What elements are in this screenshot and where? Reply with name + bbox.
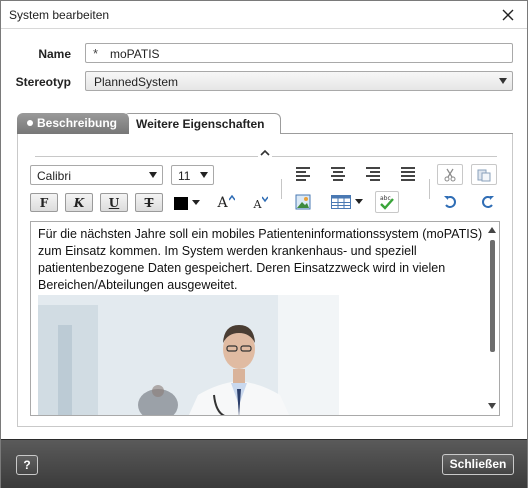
name-field[interactable]: * moPATIS bbox=[85, 43, 513, 63]
active-dot-icon bbox=[27, 120, 33, 126]
shrink-font-button[interactable]: A bbox=[249, 194, 273, 214]
scroll-down-icon[interactable] bbox=[488, 403, 496, 409]
grow-font-button[interactable]: A bbox=[214, 193, 238, 213]
font-size-select[interactable]: 11 bbox=[171, 165, 214, 185]
underline-label: U bbox=[108, 195, 120, 210]
tab-label: Beschreibung bbox=[37, 116, 118, 130]
font-family-value: Calibri bbox=[37, 169, 72, 183]
text-color-button[interactable] bbox=[171, 193, 203, 213]
name-label: Name bbox=[38, 47, 71, 61]
align-left-button[interactable] bbox=[291, 165, 315, 185]
font-size-value: 11 bbox=[178, 169, 191, 183]
underline-button[interactable]: U bbox=[100, 193, 128, 212]
window-title: System bearbeiten bbox=[9, 8, 110, 22]
text-color-swatch bbox=[174, 196, 188, 210]
stereotype-value: PlannedSystem bbox=[94, 75, 179, 89]
chevron-down-icon bbox=[192, 200, 200, 205]
image-icon bbox=[295, 194, 311, 210]
editor-scrollbar[interactable] bbox=[487, 224, 497, 413]
strikethrough-label: T bbox=[144, 195, 154, 210]
required-marker: * bbox=[93, 46, 99, 61]
svg-text:abc: abc bbox=[380, 195, 391, 202]
undo-icon bbox=[444, 196, 456, 208]
arrow-down-icon bbox=[262, 196, 269, 203]
cut-icon bbox=[444, 168, 456, 181]
align-right-icon bbox=[366, 167, 380, 183]
toolbar-separator bbox=[429, 183, 430, 199]
table-icon bbox=[331, 195, 351, 209]
shrink-font-label: A bbox=[253, 197, 262, 211]
redo-button[interactable] bbox=[476, 192, 500, 212]
italic-button[interactable]: K bbox=[65, 193, 93, 212]
align-right-button[interactable] bbox=[361, 165, 385, 185]
tab-label: Weitere Eigenschaften bbox=[136, 117, 265, 131]
name-value: moPATIS bbox=[110, 47, 160, 61]
help-button[interactable]: ? bbox=[16, 455, 38, 475]
doctor-photo bbox=[38, 295, 339, 415]
strikethrough-button[interactable]: T bbox=[135, 193, 163, 212]
paste-button[interactable] bbox=[471, 164, 497, 185]
close-icon[interactable] bbox=[499, 6, 517, 24]
chevron-down-icon bbox=[355, 199, 363, 204]
collapse-toolbar-button[interactable] bbox=[258, 149, 272, 161]
arrow-up-icon bbox=[228, 195, 235, 201]
scroll-up-icon[interactable] bbox=[488, 227, 496, 233]
stereotype-select[interactable]: PlannedSystem bbox=[85, 71, 513, 91]
bold-button[interactable]: F bbox=[30, 193, 58, 212]
chevron-up-icon bbox=[260, 149, 270, 156]
align-left-icon bbox=[296, 167, 310, 183]
italic-label: K bbox=[73, 195, 85, 210]
stereotype-label: Stereotyp bbox=[15, 75, 71, 89]
insert-table-button[interactable] bbox=[327, 192, 367, 212]
dialog-window: System bearbeiten Name * moPATIS Stereot… bbox=[0, 0, 528, 488]
scroll-thumb[interactable] bbox=[490, 240, 495, 352]
tab-weitere-eigenschaften[interactable]: Weitere Eigenschaften bbox=[123, 113, 281, 134]
insert-image-button[interactable] bbox=[291, 192, 315, 212]
grow-font-label: A bbox=[217, 195, 228, 211]
justify-icon bbox=[401, 167, 415, 183]
paste-icon bbox=[477, 169, 491, 181]
font-family-select[interactable]: Calibri bbox=[30, 165, 163, 185]
spellcheck-button[interactable]: abc bbox=[375, 191, 399, 213]
undo-button[interactable] bbox=[438, 192, 462, 212]
description-editor[interactable]: Für die nächsten Jahre soll ein mobiles … bbox=[30, 221, 500, 416]
chevron-down-icon bbox=[499, 78, 507, 84]
align-center-icon bbox=[331, 167, 345, 183]
title-bar: System bearbeiten bbox=[1, 1, 527, 29]
close-button[interactable]: Schließen bbox=[442, 454, 514, 475]
tab-beschreibung[interactable]: Beschreibung bbox=[17, 113, 129, 134]
redo-icon bbox=[482, 196, 494, 208]
bold-label: F bbox=[39, 195, 49, 210]
align-center-button[interactable] bbox=[326, 165, 350, 185]
description-text[interactable]: Für die nächsten Jahre soll ein mobiles … bbox=[38, 226, 484, 294]
spellcheck-icon: abc bbox=[380, 195, 394, 210]
cut-button[interactable] bbox=[437, 164, 463, 185]
justify-button[interactable] bbox=[396, 165, 420, 185]
toolbar-separator bbox=[281, 183, 282, 199]
chevron-down-icon bbox=[200, 172, 208, 178]
chevron-down-icon bbox=[149, 172, 157, 178]
